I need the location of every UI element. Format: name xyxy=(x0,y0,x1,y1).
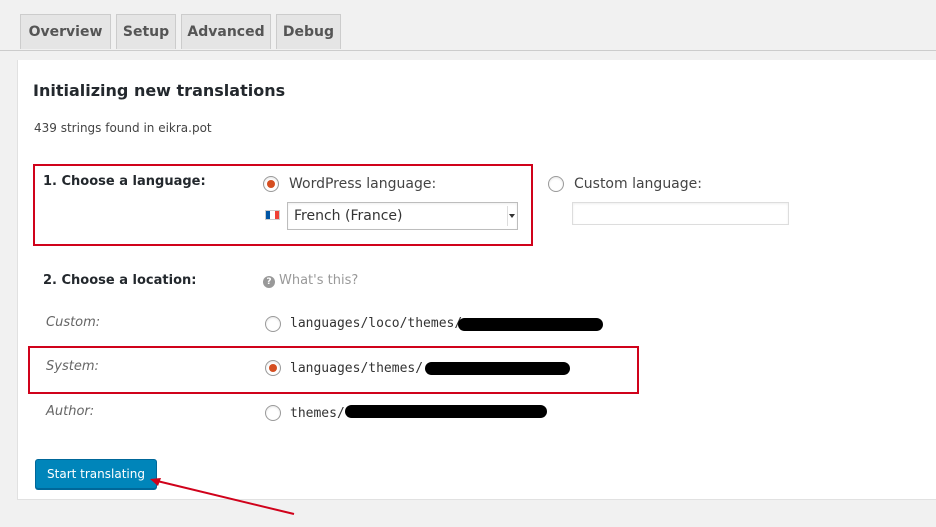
annotation-arrow xyxy=(150,478,295,515)
